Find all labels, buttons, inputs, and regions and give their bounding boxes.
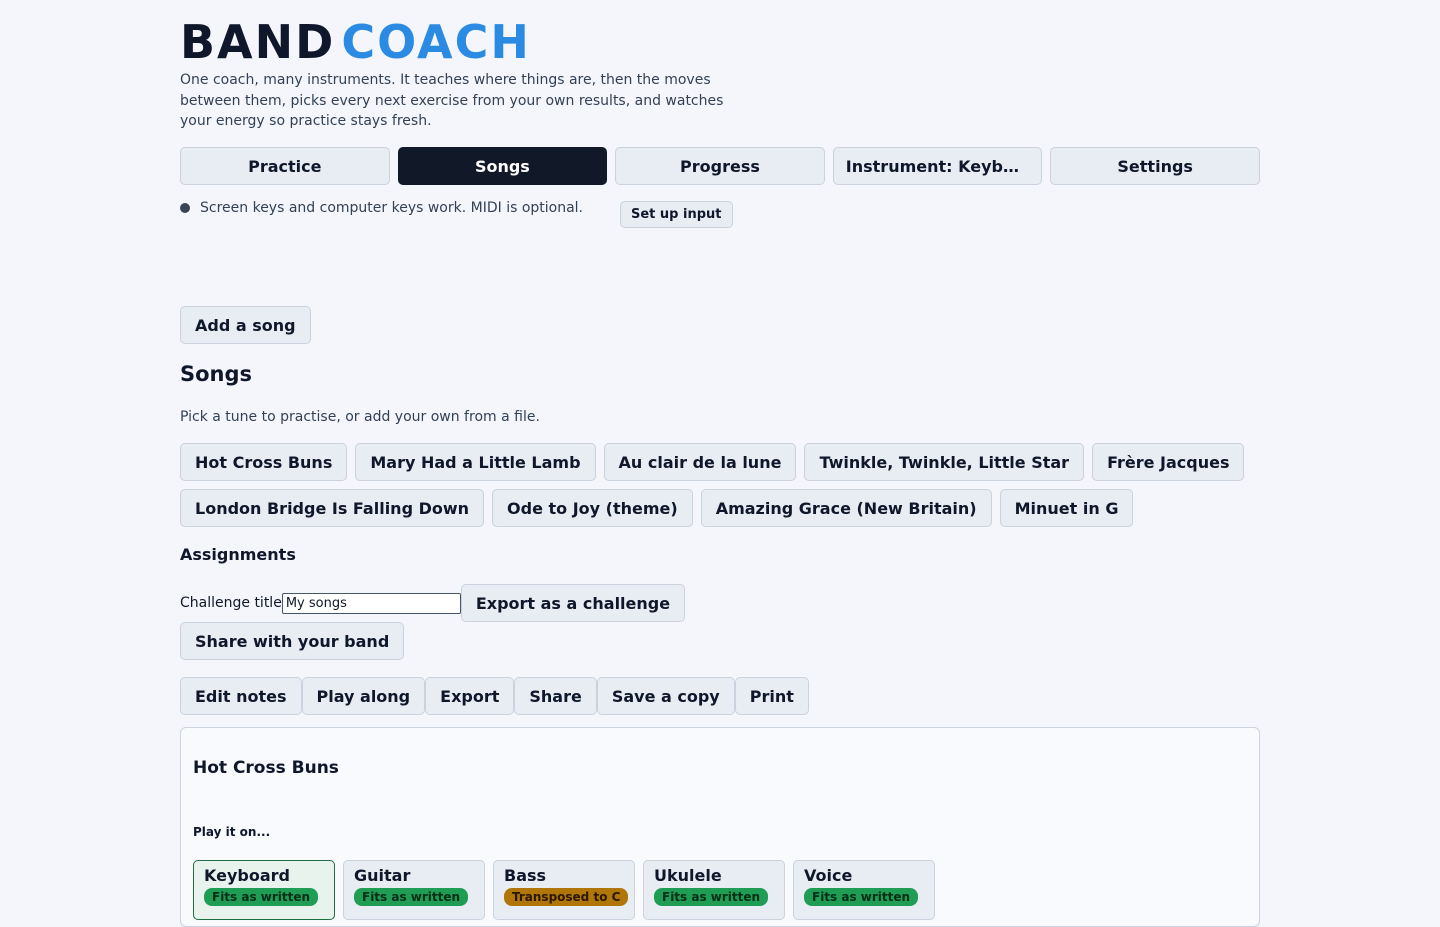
song-button[interactable]: Hot Cross Buns [180, 443, 348, 481]
save-copy-button[interactable]: Save a copy [596, 677, 735, 715]
song-button[interactable]: Amazing Grace (New Britain) [700, 489, 992, 527]
instrument-option-voice[interactable]: Voice Fits as written [793, 860, 935, 920]
song-detail-card: Hot Cross Buns Play it on... Keyboard Fi… [180, 727, 1260, 927]
instrument-name: Ukulele [654, 866, 722, 885]
song-button[interactable]: Twinkle, Twinkle, Little Star [804, 443, 1085, 481]
song-button[interactable]: Frère Jacques [1092, 443, 1245, 481]
status-text: Screen keys and computer keys work. MIDI… [200, 200, 584, 216]
logo-band: BAND [180, 15, 336, 69]
fit-badge: Fits as written [804, 888, 919, 906]
assignments-heading: Assignments [180, 545, 296, 564]
instrument-name: Keyboard [204, 866, 290, 885]
instrument-name: Guitar [354, 866, 411, 885]
main-nav: Practice Songs Progress Instrument: Keyb… [180, 147, 1260, 185]
tagline: One coach, many instruments. It teaches … [180, 72, 724, 129]
tab-instrument[interactable]: Instrument: Keyboard [832, 147, 1043, 185]
challenge-title-label: Challenge title [180, 595, 282, 611]
songs-heading: Songs [180, 362, 253, 386]
fit-badge: Transposed to C [504, 888, 629, 906]
tab-practice[interactable]: Practice [180, 147, 390, 185]
challenge-row: Challenge title Export as a challenge [180, 584, 686, 622]
play-along-button[interactable]: Play along [301, 677, 426, 715]
edit-notes-button[interactable]: Edit notes [180, 677, 302, 715]
app-logo: BAND COACH [180, 14, 531, 70]
tab-label: Songs [474, 156, 530, 176]
status-dot-icon [180, 203, 190, 213]
print-button[interactable]: Print [734, 677, 809, 715]
fit-badge: Fits as written [354, 888, 469, 906]
instrument-options: Keyboard Fits as written Guitar Fits as … [193, 860, 935, 920]
song-list: Hot Cross Buns Mary Had a Little Lamb Au… [180, 443, 1260, 527]
instrument-name: Bass [504, 866, 547, 885]
song-button[interactable]: Au clair de la lune [603, 443, 797, 481]
instrument-option-ukulele[interactable]: Ukulele Fits as written [643, 860, 785, 920]
tab-songs[interactable]: Songs [397, 147, 608, 185]
tab-label: Instrument: Keyboard [845, 156, 1030, 176]
tab-label: Progress [680, 156, 760, 176]
share-band-button[interactable]: Share with your band [180, 622, 405, 660]
tab-label: Practice [248, 156, 322, 176]
song-button[interactable]: Mary Had a Little Lamb [355, 443, 596, 481]
input-status: Screen keys and computer keys work. MIDI… [180, 200, 583, 216]
tab-label: Settings [1117, 156, 1193, 176]
logo-coach: COACH [341, 15, 531, 69]
set-up-input-button[interactable]: Set up input [620, 201, 733, 228]
instrument-option-keyboard[interactable]: Keyboard Fits as written [193, 860, 335, 920]
tab-settings[interactable]: Settings [1050, 147, 1260, 185]
songs-subtitle: Pick a tune to practise, or add your own… [180, 409, 540, 425]
song-button[interactable]: Minuet in G [999, 489, 1134, 527]
add-song-button[interactable]: Add a song [180, 306, 311, 344]
song-detail-title: Hot Cross Buns [193, 758, 339, 778]
challenge-title-input[interactable] [281, 592, 461, 614]
tab-progress[interactable]: Progress [615, 147, 825, 185]
fit-badge: Fits as written [204, 888, 319, 906]
instrument-option-bass[interactable]: Bass Transposed to C [493, 860, 635, 920]
instrument-option-guitar[interactable]: Guitar Fits as written [343, 860, 485, 920]
share-button[interactable]: Share [514, 677, 597, 715]
song-button[interactable]: Ode to Joy (theme) [492, 489, 693, 527]
instrument-name: Voice [804, 866, 853, 885]
export-challenge-button[interactable]: Export as a challenge [460, 584, 686, 622]
song-button[interactable]: London Bridge Is Falling Down [180, 489, 485, 527]
fit-badge: Fits as written [654, 888, 769, 906]
song-actions: Edit notes Play along Export Share Save … [180, 677, 809, 715]
export-button[interactable]: Export [425, 677, 515, 715]
play-on-label: Play it on... [193, 825, 271, 839]
